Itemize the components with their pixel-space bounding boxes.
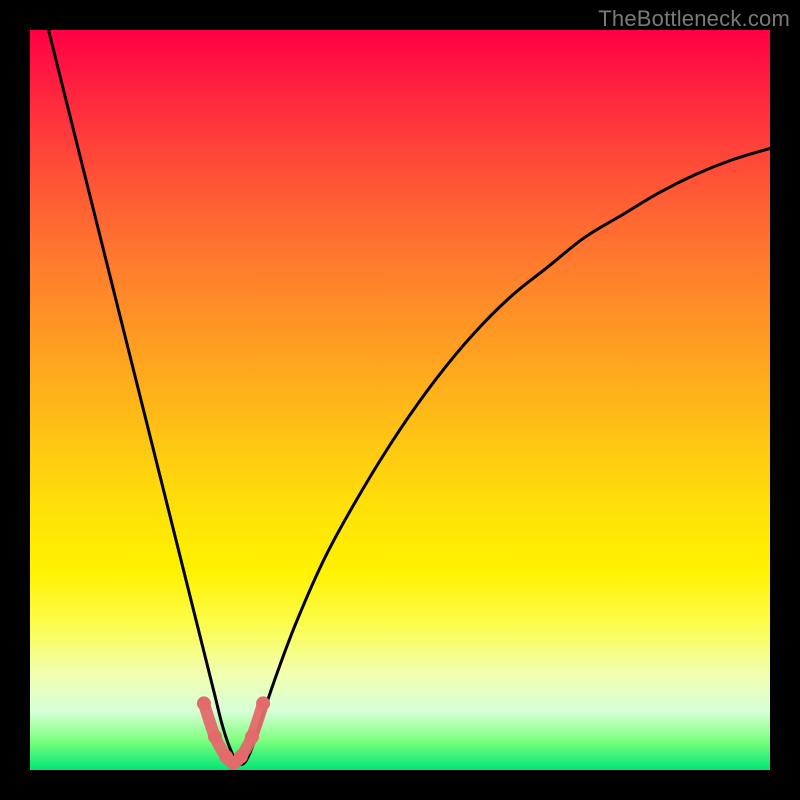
plot-area — [30, 30, 770, 770]
watermark-text: TheBottleneck.com — [598, 6, 790, 32]
bottleneck-curve — [30, 0, 770, 765]
valley-highlight — [197, 696, 270, 769]
curve-layer — [30, 30, 770, 770]
chart-frame: TheBottleneck.com — [0, 0, 800, 800]
